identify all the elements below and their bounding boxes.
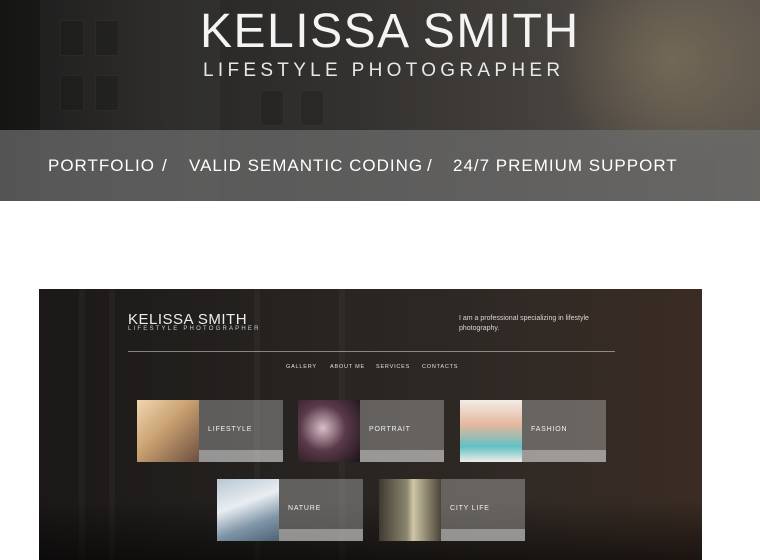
- card-stripe: [522, 450, 606, 462]
- site-subtitle: LIFESTYLE PHOTOGRAPHER: [203, 60, 565, 81]
- fashion-thumbnail: [460, 400, 522, 462]
- card-stripe: [199, 450, 283, 462]
- template-preview-image: KELISSA SMITH LIFESTYLE PHOTOGRAPHER I a…: [39, 289, 702, 560]
- preview-description: I am a professional specializing in life…: [459, 315, 589, 332]
- card-stripe: [360, 450, 444, 462]
- preview-card-city-life: CITY LIFE: [379, 479, 525, 541]
- portrait-thumbnail: [298, 400, 360, 462]
- nature-thumbnail: [217, 479, 279, 541]
- preview-divider: [128, 351, 615, 352]
- preview-menu-gallery: GALLERY: [286, 364, 317, 370]
- site-title: KELISSA SMITH: [200, 5, 580, 58]
- lifestyle-thumbnail: [137, 400, 199, 462]
- preview-menu-about-me: ABOUT ME: [330, 364, 366, 370]
- nav-item-portfolio[interactable]: PORTFOLIO: [48, 156, 155, 176]
- preview-subtitle: LIFESTYLE PHOTOGRAPHER: [128, 326, 261, 332]
- preview-crowd-shadow: [39, 500, 702, 560]
- preview-card-portrait: PORTRAIT: [298, 400, 444, 462]
- preview-card-fashion: FASHION: [460, 400, 606, 462]
- city-life-thumbnail: [379, 479, 441, 541]
- preview-menu-services: SERVICES: [376, 364, 411, 370]
- preview-card-nature: NATURE: [217, 479, 363, 541]
- card-label: NATURE: [288, 505, 322, 512]
- nav-separator: /: [427, 156, 432, 175]
- card-stripe: [279, 529, 363, 541]
- preview-card-lifestyle: LIFESTYLE: [137, 400, 283, 462]
- preview-menu-contacts: CONTACTS: [422, 364, 459, 370]
- card-label: FASHION: [531, 426, 568, 433]
- card-stripe: [441, 529, 525, 541]
- card-label: LIFESTYLE: [208, 426, 253, 433]
- card-label: CITY LIFE: [450, 505, 490, 512]
- nav-separator: /: [162, 156, 167, 175]
- nav-item-valid-semantic-coding[interactable]: VALID SEMANTIC CODING: [189, 156, 423, 176]
- card-label: PORTRAIT: [369, 426, 411, 433]
- nav-item-premium-support[interactable]: 24/7 PREMIUM SUPPORT: [453, 156, 678, 176]
